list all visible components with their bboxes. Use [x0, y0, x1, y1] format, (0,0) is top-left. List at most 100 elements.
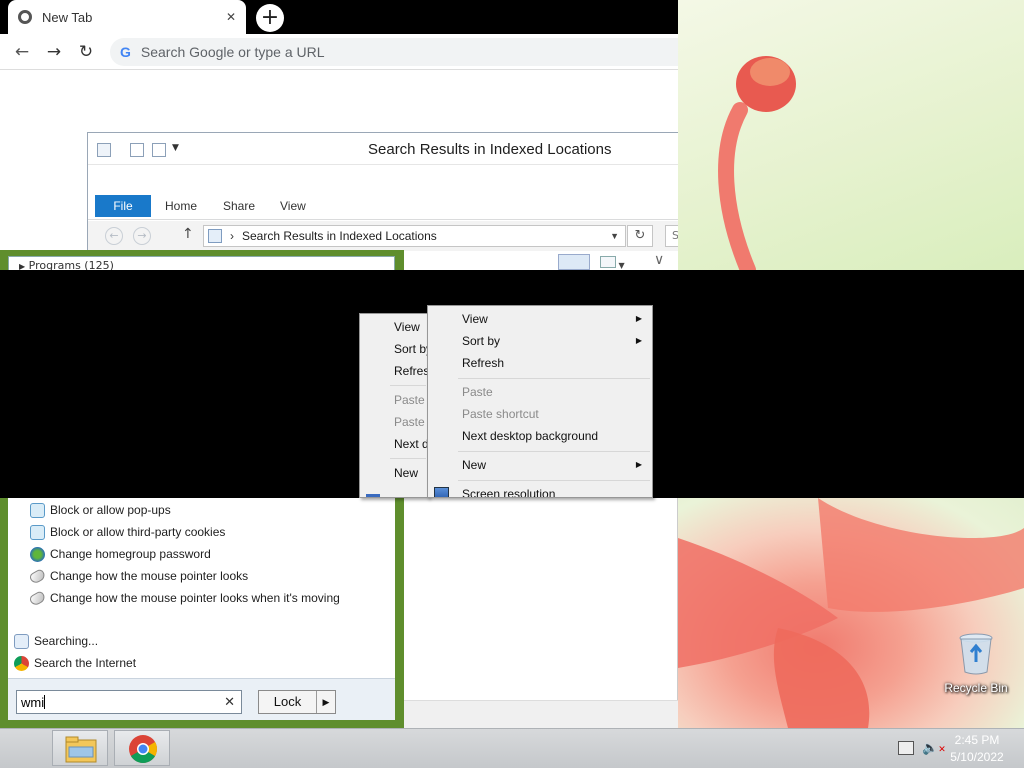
list-item[interactable]: Change how the mouse pointer looks	[28, 566, 249, 586]
menu-separator	[458, 378, 650, 379]
menu-separator	[390, 458, 426, 459]
list-item[interactable]: Change homegroup password	[30, 544, 211, 564]
menu-item-paste: Paste	[462, 385, 493, 399]
new-tab-button[interactable]: +	[256, 4, 284, 32]
mouse-icon	[28, 589, 47, 607]
internet-options-icon	[30, 524, 45, 540]
menu-item-next-bg-back[interactable]: Next desktop background	[360, 433, 428, 455]
details-view-icon[interactable]	[558, 254, 590, 270]
clock-date: 5/10/2022	[950, 750, 1004, 764]
address-field[interactable]: › Search Results in Indexed Locations ▼	[203, 225, 626, 247]
result-label: Change how the mouse pointer looks	[50, 569, 249, 583]
programs-group-header[interactable]: ▶ Programs (125)	[8, 256, 395, 270]
explorer-ribbon: File Home Share View	[88, 190, 678, 220]
menu-item-sort-by[interactable]: Sort by ▶	[428, 330, 652, 352]
menu-item-new[interactable]: New ▶	[428, 454, 652, 476]
submenu-arrow-icon: ▶	[635, 460, 642, 469]
search-query-text: wmi	[21, 694, 45, 710]
new-folder-icon[interactable]	[152, 143, 166, 157]
explorer-back-icon[interactable]: ←	[105, 227, 123, 245]
search-folder-icon	[208, 229, 222, 243]
desktop-wallpaper-top	[678, 0, 1024, 270]
menu-item-paste-shortcut: Paste shortcut	[462, 407, 539, 421]
flower-stamen-image	[718, 56, 796, 270]
list-item[interactable]: Block or allow third-party cookies	[30, 522, 225, 542]
ribbon-tab-share[interactable]: Share	[216, 195, 262, 217]
omnibox-placeholder: Search Google or type a URL	[140, 44, 325, 60]
system-clock[interactable]: 2:45 PM 5/10/2022	[940, 732, 1014, 766]
explorer-search-box[interactable]: S	[665, 225, 678, 247]
collapse-ribbon-icon[interactable]: ∨	[654, 252, 664, 268]
lock-label[interactable]: Lock	[259, 691, 317, 713]
network-icon[interactable]	[898, 741, 914, 755]
result-label: Change how the mouse pointer looks when …	[50, 591, 340, 605]
submenu-arrow-icon: ▶	[635, 314, 642, 323]
menu-item-next-desktop-background[interactable]: Next desktop background	[428, 425, 652, 447]
power-options-arrow-icon[interactable]: ▶	[317, 697, 335, 708]
menu-item-sort-by-back[interactable]: Sort by	[360, 338, 428, 360]
screen-resolution-icon	[434, 487, 449, 497]
chrome-tab-new-tab[interactable]: New Tab ✕	[8, 0, 246, 34]
list-item[interactable]: Block or allow pop-ups	[30, 500, 171, 520]
chrome-icon	[129, 735, 157, 763]
search-folder-icon	[14, 633, 29, 649]
up-arrow-icon[interactable]: ↑	[182, 226, 194, 242]
ribbon-tab-home[interactable]: Home	[158, 195, 204, 217]
menu-item-refresh[interactable]: Refresh	[428, 352, 652, 374]
mouse-icon	[28, 567, 47, 585]
lock-button[interactable]: Lock ▶	[258, 690, 336, 714]
folder-icon	[65, 736, 97, 763]
menu-item-paste-shortcut-back: Paste shortcut	[394, 415, 428, 429]
recycle-bin[interactable]: Recycle Bin	[940, 632, 1012, 695]
chrome-taskbar-button[interactable]	[114, 730, 170, 766]
desktop-context-menu: View ▶ Sort by ▶ Refresh Paste Paste short…	[427, 305, 653, 498]
explorer-forward-icon[interactable]: →	[133, 227, 151, 245]
omnibox[interactable]: G Search Google or type a URL	[110, 38, 678, 66]
context-menu-background: View Sort by Refresh Paste Paste shortcu…	[359, 313, 429, 498]
menu-separator	[458, 451, 650, 452]
menu-item-new-back[interactable]: New	[360, 462, 428, 484]
menu-item-view-back[interactable]: View	[360, 316, 428, 338]
explorer-app-icon	[97, 143, 111, 157]
back-arrow-icon[interactable]: ←	[10, 41, 34, 63]
breadcrumb-separator[interactable]: ›	[230, 229, 234, 243]
menu-separator	[458, 480, 650, 481]
list-item[interactable]: Change how the mouse pointer looks when …	[28, 588, 340, 608]
ribbon-tab-file[interactable]: File	[95, 195, 151, 217]
submenu-arrow-icon: ▶	[635, 336, 642, 345]
close-tab-icon[interactable]: ✕	[226, 10, 236, 24]
customize-toolbar-icon[interactable]: ▼	[172, 143, 179, 153]
search-internet-label: Search the Internet	[34, 656, 137, 670]
start-search-input[interactable]: wmi ✕	[16, 690, 242, 714]
google-g-icon: G	[120, 44, 131, 60]
menu-item-refresh-back[interactable]: Refresh	[360, 360, 428, 382]
expand-triangle-icon: ▶	[19, 262, 26, 270]
explorer-content-area	[404, 498, 678, 728]
address-dropdown-icon[interactable]: ▼	[610, 231, 619, 241]
homegroup-icon	[30, 546, 45, 562]
menu-item-paste-back: Paste	[394, 393, 425, 407]
refresh-icon[interactable]: ↻	[627, 225, 653, 247]
searching-label: Searching...	[34, 634, 99, 648]
programs-group-label: Programs (125)	[28, 259, 114, 270]
forward-arrow-icon[interactable]: →	[42, 41, 66, 63]
explorer-status-bar	[404, 700, 678, 728]
recycle-bin-icon	[959, 633, 993, 675]
preview-pane-icon[interactable]: ▼	[600, 256, 630, 270]
search-internet-link[interactable]: Search the Internet	[14, 653, 136, 673]
explorer-title: Search Results in Indexed Locations	[368, 141, 612, 158]
menu-separator	[390, 385, 426, 386]
address-text: Search Results in Indexed Locations	[242, 229, 437, 243]
ribbon-tab-view[interactable]: View	[273, 195, 313, 217]
clear-search-icon[interactable]: ✕	[224, 694, 235, 710]
properties-icon[interactable]	[130, 143, 144, 157]
chrome-tab-favicon-icon	[18, 10, 32, 24]
recycle-bin-label: Recycle Bin	[944, 681, 1008, 695]
file-explorer-taskbar-button[interactable]	[52, 730, 108, 766]
searching-status: Searching...	[14, 631, 98, 651]
menu-item-view[interactable]: View ▶	[428, 308, 652, 330]
explorer-title-bar: ▼ Search Results in Indexed Locations	[88, 133, 678, 165]
menu-item-screen-resolution[interactable]: Screen resolution	[428, 483, 652, 497]
reload-icon[interactable]: ↻	[74, 41, 98, 63]
internet-options-icon	[30, 502, 45, 518]
